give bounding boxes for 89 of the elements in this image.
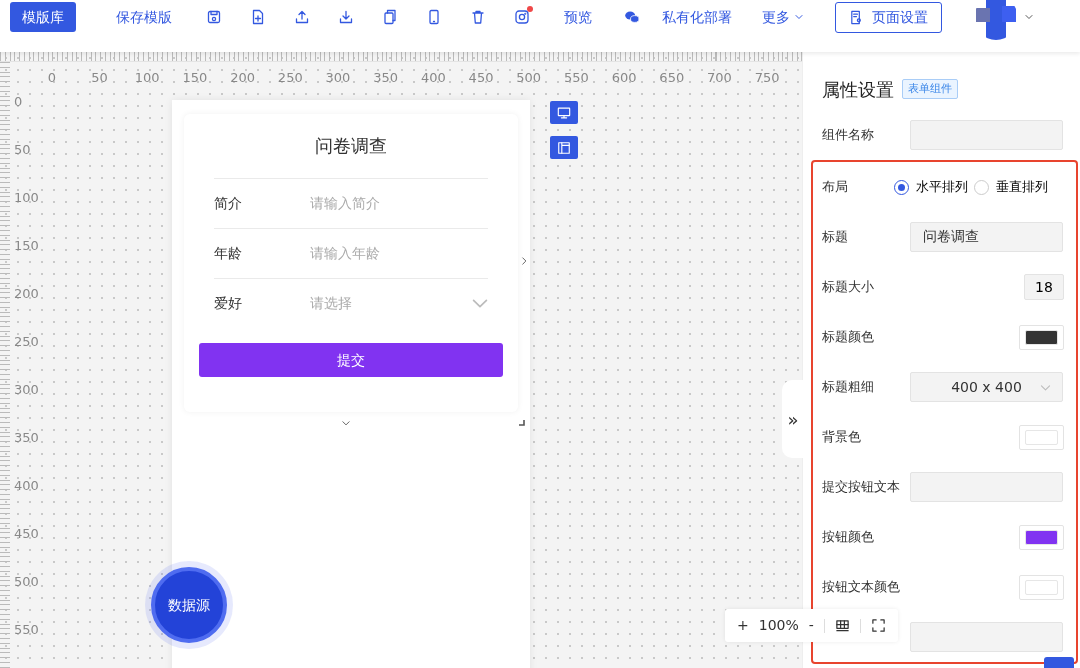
input-field[interactable] [910,622,1063,652]
ruler-label: 500 [515,69,543,87]
chevron-down-icon[interactable] [341,418,351,428]
layout-icon [557,140,571,155]
field-label: 布局 [822,178,849,197]
ruler-label: 50 [14,141,32,159]
number-field[interactable]: 18 [1024,274,1064,300]
input-field[interactable] [910,472,1063,502]
color-picker[interactable] [1019,574,1064,600]
ruler-label: 250 [14,333,39,351]
ruler-label: 600 [610,69,638,87]
field-label: 简介 [214,194,243,213]
ruler-label: 300 [14,381,39,399]
toolbar-link[interactable]: 预览 [564,2,592,32]
radio-option[interactable]: 垂直排列 [974,177,1048,197]
ruler-label: 400 [419,69,447,87]
ruler-label: 0 [14,93,24,111]
upload-icon[interactable] [294,9,310,25]
field-label: 标题颜色 [822,328,875,347]
resize-handle-icon[interactable] [519,420,525,426]
input-field[interactable]: 问卷调查 [910,222,1063,252]
field-label: 背景色 [822,428,862,447]
ruler-label: 100 [133,69,161,87]
submit-button[interactable]: 提交 [199,343,503,377]
ruler-label: 350 [14,429,39,447]
ruler-label: 500 [14,573,39,591]
color-picker[interactable] [1019,324,1064,350]
radio-option[interactable]: 水平排列 [894,177,968,197]
ruler-label: 150 [14,237,39,255]
panel-title: 属性设置 [822,77,894,102]
fullscreen-button[interactable] [870,618,886,633]
trash-icon[interactable] [470,9,486,25]
monitor-icon [557,105,571,120]
data-source-button[interactable]: 数据源 [151,567,227,643]
ruler-label: 0 [46,69,57,87]
camera-icon[interactable] [514,9,530,25]
chevron-down-icon [472,299,488,308]
chevron-right-icon[interactable] [519,256,529,266]
layout-view-button[interactable] [550,136,578,159]
component-tag: 表单组件 [902,78,958,100]
ruler-label: 450 [467,69,495,87]
toolbar-link[interactable]: 私有化部署 [662,2,732,32]
download-icon[interactable] [338,9,354,25]
field-label: 年龄 [214,244,243,263]
ruler-label: 550 [563,69,590,87]
ruler-label: 650 [658,69,686,87]
field-label: 组件名称 [822,126,875,145]
ruler-label: 400 [14,477,39,495]
ruler-label: 50 [90,69,109,87]
ruler-label: 250 [276,69,304,87]
save-icon[interactable] [206,9,222,25]
input-field[interactable] [910,120,1063,150]
zoom-level: 100% [758,616,799,635]
zoom-out-button[interactable]: - [808,615,814,636]
new-file-icon[interactable] [250,9,266,25]
page-settings-button[interactable]: 页面设置 [835,2,942,33]
mobile-icon[interactable] [426,9,442,25]
radio-button[interactable] [894,179,909,195]
select-field[interactable]: 400 x 400 [910,372,1063,402]
field-label: 标题粗细 [822,378,875,397]
chat-icon[interactable] [624,9,640,25]
ruler-label: 750 [753,69,781,87]
grid-button[interactable] [834,618,850,633]
ruler-label: 700 [706,69,733,87]
ruler-label: 550 [14,621,39,639]
ruler-label: 450 [14,525,39,543]
template-library-button[interactable]: 模版库 [10,2,76,32]
ruler-label: 350 [372,69,400,87]
color-picker[interactable] [1019,424,1064,450]
more-dropdown[interactable]: 更多 [762,2,805,32]
color-picker[interactable] [1019,524,1064,550]
ruler-label: 150 [181,69,209,87]
form-title: 问卷调查 [314,134,388,158]
field-label: 标题大小 [822,278,875,297]
document-icon [849,10,864,25]
field-label: 标题 [822,228,849,247]
field-label: 爱好 [214,294,243,313]
collapse-tab[interactable]: » [782,380,804,458]
field-label: 按钮颜色 [822,528,875,547]
zoom-in-button[interactable]: + [737,615,749,636]
ruler-label: 200 [14,285,39,303]
ruler-label: 200 [229,69,256,87]
desktop-view-button[interactable] [550,101,578,124]
field-label: 按钮文本颜色 [822,578,901,597]
copy-icon[interactable] [382,9,398,25]
ruler-label: 300 [324,69,352,87]
ruler-label: 100 [14,189,39,207]
field-label: 提交按钮文本 [822,478,901,497]
toolbar-link[interactable]: 保存模版 [116,2,172,32]
